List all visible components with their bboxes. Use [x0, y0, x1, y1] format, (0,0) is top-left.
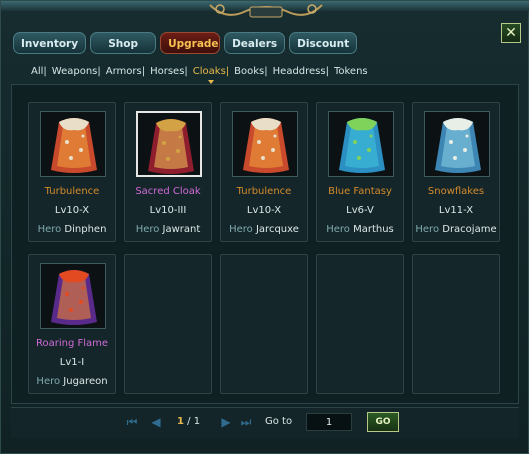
item-level: Lv1-I: [59, 357, 85, 368]
filter-horses[interactable]: Horses|: [150, 66, 188, 77]
filter-cloaks[interactable]: Cloaks|: [193, 66, 229, 84]
prev-page-icon: ◀: [151, 415, 161, 429]
item-slot[interactable]: Snowflakes Lv11-X Hero Dracojame: [412, 102, 500, 242]
item-name: Snowflakes: [427, 186, 485, 197]
item-hero: Hero Jawrant: [125, 224, 211, 235]
snow-cloak-icon: [424, 111, 490, 177]
close-button[interactable]: ✕: [501, 23, 521, 43]
blue-cloak-icon: [328, 111, 394, 177]
hero-label: Hero: [229, 224, 253, 235]
page-indicator: 1 / 1: [177, 416, 200, 427]
hero-label: Hero: [326, 224, 350, 235]
item-slot[interactable]: Sacred Cloak Lv10-III Hero Jawrant: [124, 102, 212, 242]
hero-label: Hero: [37, 224, 62, 235]
red-cloak-icon: [40, 111, 106, 177]
go-button[interactable]: GO: [367, 412, 399, 432]
first-page-icon: ⏮: [126, 415, 138, 429]
hero-name: Dracojame: [439, 224, 497, 235]
last-page-button[interactable]: ⏭: [239, 415, 253, 429]
hero-label: Hero: [135, 224, 160, 235]
goto-page-input[interactable]: [306, 413, 352, 431]
item-level: Lv6-V: [346, 205, 374, 216]
empty-slot: [316, 254, 404, 394]
hero-name: Jugareon: [60, 376, 108, 387]
item-level: Lv11-X: [438, 205, 474, 216]
next-page-icon: ▶: [221, 415, 231, 429]
filter-weapons[interactable]: Weapons|: [52, 66, 101, 77]
goto-label: Go to: [265, 416, 293, 427]
filter-armors[interactable]: Armors|: [106, 66, 145, 77]
red-cloak-icon: [232, 111, 298, 177]
item-name: Turbulence: [44, 186, 100, 197]
close-icon: ✕: [505, 25, 517, 41]
filter-books[interactable]: Books|: [234, 66, 267, 77]
item-name: Turbulence: [236, 186, 292, 197]
current-page: 1: [177, 416, 184, 427]
tab-shop[interactable]: Shop: [90, 32, 157, 54]
item-hero: Hero Marthus: [317, 224, 403, 235]
prev-page-button[interactable]: ◀: [149, 415, 163, 429]
filter-tokens[interactable]: Tokens: [334, 66, 368, 77]
item-slot[interactable]: Turbulence Lv10-X Hero Dinphen: [28, 102, 116, 242]
item-name: Sacred Cloak: [135, 186, 201, 197]
item-hero: Hero Dracojame: [413, 224, 499, 235]
item-level: Lv10-III: [149, 205, 187, 216]
last-page-icon: ⏭: [240, 415, 252, 429]
hero-label: Hero: [415, 224, 440, 235]
tab-inventory[interactable]: Inventory: [13, 32, 87, 54]
item-level: Lv10-X: [246, 205, 282, 216]
hero-label: Hero: [36, 376, 61, 387]
hero-name: Jarcquxe: [252, 224, 299, 235]
flame-cloak-icon: [40, 263, 106, 329]
item-hero: Hero Jarcquxe: [221, 224, 307, 235]
filter-headdress[interactable]: Headdress|: [273, 66, 329, 77]
total-pages: / 1: [187, 416, 201, 427]
item-name: Roaring Flame: [35, 338, 109, 349]
item-hero: Hero Jugareon: [29, 376, 115, 387]
sacred-cloak-icon: [136, 111, 202, 177]
upgrade-window: Inventory Shop Upgrade Dealers Discount …: [0, 0, 529, 454]
filter-all[interactable]: All|: [31, 66, 47, 77]
hero-name: Marthus: [349, 224, 394, 235]
hero-name: Dinphen: [61, 224, 107, 235]
item-level: Lv10-X: [54, 205, 90, 216]
first-page-button[interactable]: ⏮: [125, 415, 139, 429]
item-hero: Hero Dinphen: [29, 224, 115, 235]
tab-dealers[interactable]: Dealers: [224, 32, 286, 54]
empty-slot: [220, 254, 308, 394]
empty-slot: [412, 254, 500, 394]
next-page-button[interactable]: ▶: [219, 415, 233, 429]
tab-discount[interactable]: Discount: [289, 32, 358, 54]
hero-name: Jawrant: [159, 224, 201, 235]
category-filter-bar: All| Weapons| Armors| Horses| Cloaks| Bo…: [31, 66, 373, 84]
tab-upgrade[interactable]: Upgrade: [160, 32, 221, 54]
item-slot[interactable]: Turbulence Lv10-X Hero Jarcquxe: [220, 102, 308, 242]
item-slot[interactable]: Roaring Flame Lv1-I Hero Jugareon: [28, 254, 116, 394]
empty-slot: [124, 254, 212, 394]
item-name: Blue Fantasy: [328, 186, 392, 197]
title-ornament: [206, 1, 326, 23]
item-slot[interactable]: Blue Fantasy Lv6-V Hero Marthus: [316, 102, 404, 242]
main-tabs: Inventory Shop Upgrade Dealers Discount: [13, 32, 358, 54]
